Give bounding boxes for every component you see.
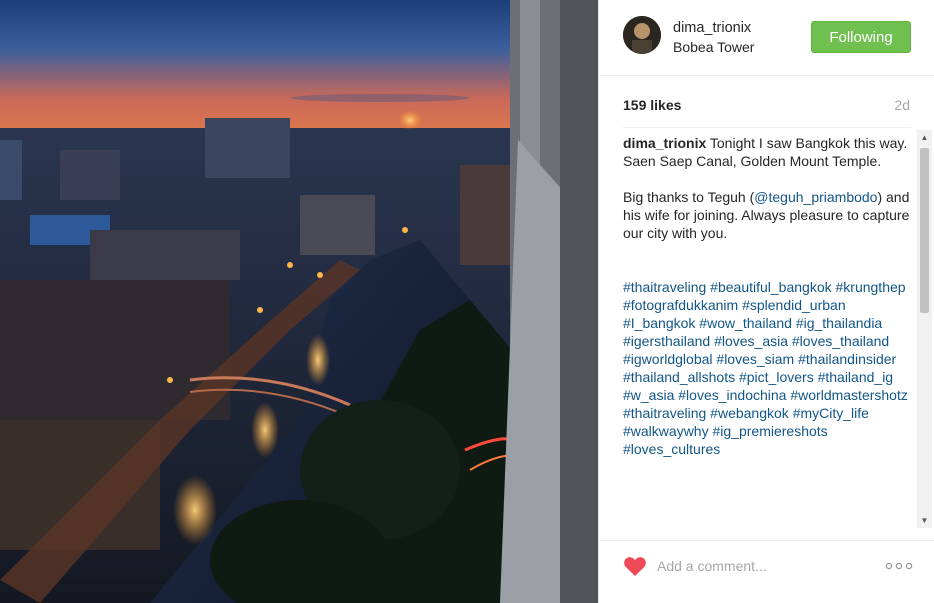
hashtag-link[interactable]: #fotografdukkanim bbox=[623, 297, 738, 313]
hashtag-link[interactable]: #walkwaywhy bbox=[623, 423, 709, 439]
avatar[interactable] bbox=[623, 16, 661, 54]
post-age[interactable]: 2d bbox=[894, 97, 910, 113]
hashtag-link[interactable]: #I_bangkok bbox=[623, 315, 695, 331]
post-details-panel: dima_trionix Bobea Tower Following 159 l… bbox=[598, 0, 934, 603]
scroll-down-arrow-icon[interactable]: ▼ bbox=[917, 513, 932, 528]
divider bbox=[623, 127, 911, 128]
hashtag-link[interactable]: #loves_asia bbox=[714, 333, 788, 349]
post-location[interactable]: Bobea Tower bbox=[673, 39, 754, 55]
hashtag-link[interactable]: #wow_thailand bbox=[699, 315, 792, 331]
hashtag-list: #thaitraveling #beautiful_bangkok #krung… bbox=[623, 278, 918, 458]
caption-thanks-prefix: Big thanks to Teguh ( bbox=[623, 189, 755, 205]
avatar-image bbox=[623, 16, 661, 54]
following-button[interactable]: Following bbox=[811, 21, 911, 53]
caption-line-2: Saen Saep Canal, Golden Mount Temple. bbox=[623, 153, 882, 169]
hashtag-link[interactable]: #pict_lovers bbox=[739, 369, 814, 385]
hashtag-link[interactable]: #thaitraveling bbox=[623, 279, 706, 295]
add-comment-input[interactable] bbox=[657, 553, 877, 579]
scroll-up-arrow-icon[interactable]: ▲ bbox=[917, 130, 932, 145]
hashtag-link[interactable]: #thailand_allshots bbox=[623, 369, 735, 385]
caption-line-1: Tonight I saw Bangkok this way. bbox=[706, 135, 908, 151]
caption-text: dima_trionix Tonight I saw Bangkok this … bbox=[623, 134, 918, 242]
hashtag-link[interactable]: #thailand_ig bbox=[818, 369, 894, 385]
hashtag-link[interactable]: #ig_premiereshots bbox=[712, 423, 827, 439]
scrollbar-thumb[interactable] bbox=[920, 148, 929, 313]
hashtag-link[interactable]: #w_asia bbox=[623, 387, 674, 403]
likes-count[interactable]: 159 likes bbox=[623, 97, 681, 113]
caption-username[interactable]: dima_trionix bbox=[623, 135, 706, 151]
more-options-icon[interactable] bbox=[885, 556, 913, 576]
caption-area: dima_trionix Tonight I saw Bangkok this … bbox=[623, 134, 918, 529]
hashtag-link[interactable]: #loves_thailand bbox=[792, 333, 889, 349]
bangkok-canal-photo bbox=[0, 0, 598, 603]
comment-footer bbox=[599, 540, 934, 603]
hashtag-link[interactable]: #igersthailand bbox=[623, 333, 710, 349]
hashtag-link[interactable]: #ig_thailandia bbox=[796, 315, 882, 331]
hashtag-link[interactable]: #webangkok bbox=[710, 405, 789, 421]
hashtag-link[interactable]: #splendid_urban bbox=[742, 297, 846, 313]
post-header: dima_trionix Bobea Tower Following bbox=[599, 0, 934, 76]
heart-icon[interactable] bbox=[623, 555, 647, 577]
caption-mention[interactable]: @teguh_priambodo bbox=[754, 189, 877, 205]
hashtag-link[interactable]: #krungthep bbox=[836, 279, 906, 295]
hashtag-link[interactable]: #loves_cultures bbox=[623, 441, 720, 457]
hashtag-link[interactable]: #myCity_life bbox=[793, 405, 869, 421]
hashtag-link[interactable]: #loves_indochina bbox=[678, 387, 786, 403]
post-username[interactable]: dima_trionix bbox=[673, 20, 751, 36]
hashtag-link[interactable]: #worldmastershotz bbox=[790, 387, 908, 403]
hashtag-link[interactable]: #loves_siam bbox=[716, 351, 794, 367]
caption-scrollbar[interactable]: ▲ ▼ bbox=[917, 130, 932, 528]
hashtag-link[interactable]: #thailandinsider bbox=[798, 351, 896, 367]
hashtag-link[interactable]: #beautiful_bangkok bbox=[710, 279, 831, 295]
post-photo[interactable] bbox=[0, 0, 598, 603]
hashtag-link[interactable]: #thaitraveling bbox=[623, 405, 706, 421]
hashtag-link[interactable]: #igworldglobal bbox=[623, 351, 713, 367]
